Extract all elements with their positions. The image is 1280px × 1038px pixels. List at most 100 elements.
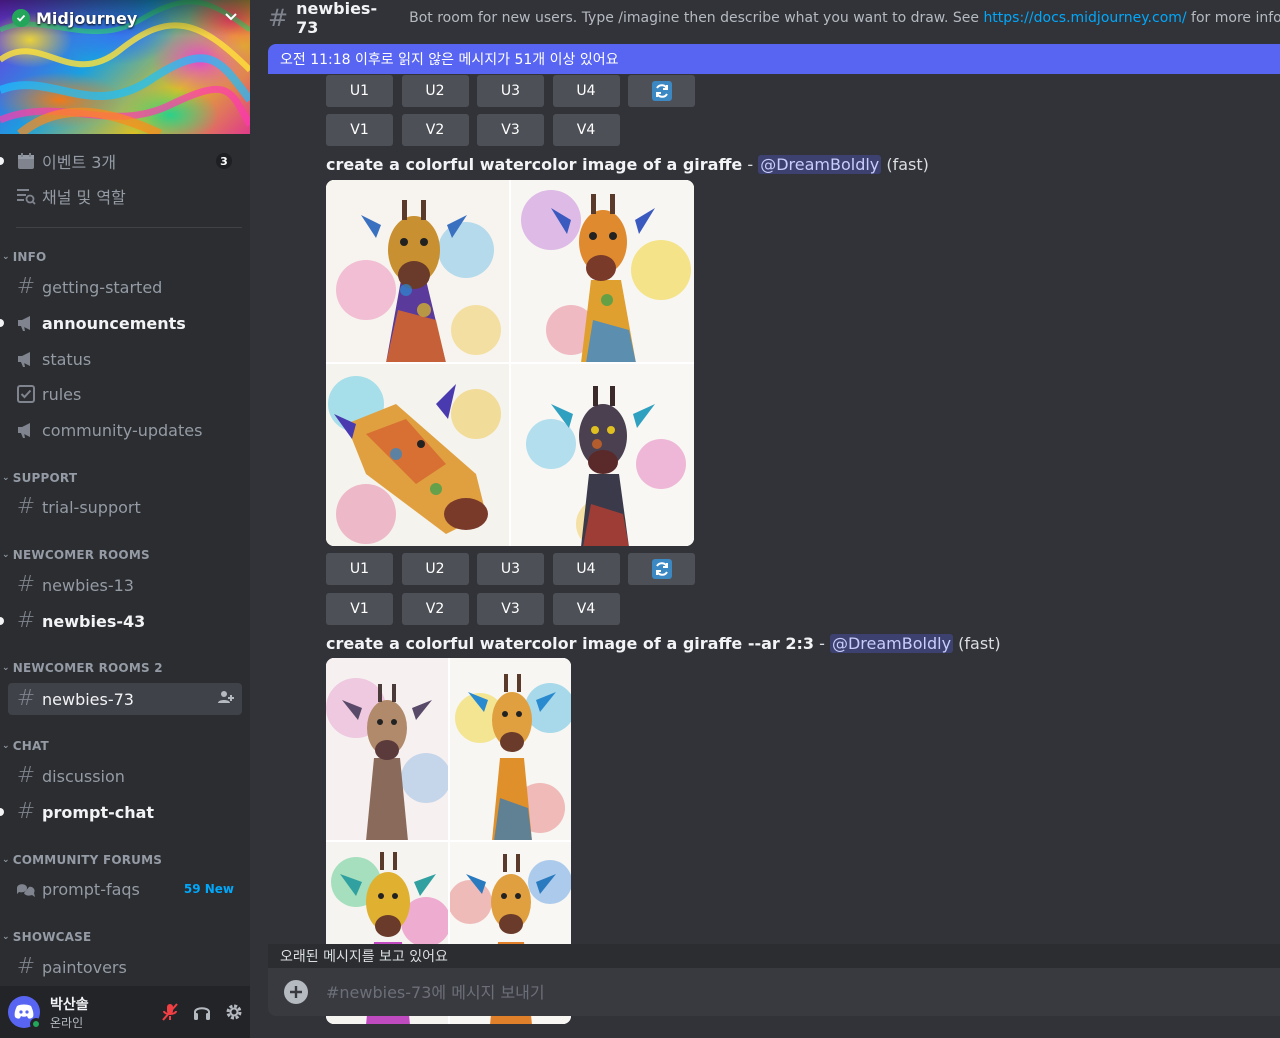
- sidebar-item-announcements[interactable]: announcements: [0, 307, 242, 339]
- reroll-button[interactable]: [628, 75, 695, 107]
- u2-button[interactable]: U2: [401, 75, 469, 107]
- sidebar-item-newbies-43[interactable]: # newbies-43: [0, 605, 242, 637]
- image-tile[interactable]: [511, 364, 694, 546]
- sidebar-item-prompt-chat[interactable]: # prompt-chat: [0, 796, 242, 828]
- user-status: 온라인: [50, 1015, 84, 1030]
- user-mention[interactable]: @DreamBoldly: [758, 155, 882, 174]
- image-tile[interactable]: [511, 180, 694, 362]
- add-attachment-button[interactable]: [284, 980, 308, 1004]
- u1-button[interactable]: U1: [326, 75, 393, 107]
- image-tile[interactable]: [326, 180, 509, 362]
- variation-button-row: V1 V2 V3 V4: [326, 593, 628, 625]
- sidebar-item-channels-roles[interactable]: 채널 및 역할: [8, 180, 242, 212]
- docs-link[interactable]: https://docs.midjourney.com/: [983, 10, 1186, 26]
- sidebar-item-events[interactable]: 이벤트 3개 3: [0, 145, 242, 177]
- u4-button[interactable]: U4: [552, 75, 620, 107]
- online-status-dot: [30, 1018, 42, 1030]
- chevron-down-icon: ⌄: [2, 473, 10, 483]
- unread-messages-banner[interactable]: 오전 11:18 이후로 읽지 않은 메시지가 51개 이상 있어요: [268, 44, 1280, 74]
- avatar[interactable]: [8, 996, 42, 1030]
- user-mention[interactable]: @DreamBoldly: [829, 634, 954, 653]
- generated-image-grid[interactable]: [326, 180, 694, 546]
- channel-topic: Bot room for new users. Type /imagine th…: [409, 10, 1280, 26]
- sidebar-item-community-updates[interactable]: community-updates: [8, 414, 242, 446]
- sidebar-item-rules[interactable]: rules: [8, 378, 242, 410]
- image-tile[interactable]: [326, 658, 448, 840]
- text-channel-icon: #: [16, 763, 36, 788]
- gear-icon: [226, 1004, 242, 1020]
- v3-button[interactable]: V3: [477, 593, 544, 625]
- chevron-down-icon: ⌄: [2, 252, 10, 262]
- server-header[interactable]: Midjourney: [0, 0, 250, 36]
- u3-button[interactable]: U3: [477, 75, 544, 107]
- prompt-text: create a colorful watercolor image of a …: [326, 634, 815, 653]
- plus-icon: [290, 986, 302, 998]
- megaphone-icon: [16, 349, 36, 369]
- sidebar-item-paintovers[interactable]: # paintovers: [8, 951, 242, 983]
- sidebar-item-label: prompt-chat: [42, 802, 155, 822]
- u2-button[interactable]: U2: [401, 553, 469, 585]
- unread-indicator: [0, 319, 4, 327]
- category-label: NEWCOMER ROOMS 2: [12, 661, 163, 675]
- new-posts-badge: 59 New: [183, 882, 234, 896]
- category-newcomer-rooms-2[interactable]: ⌄ NEWCOMER ROOMS 2: [2, 661, 163, 675]
- mute-microphone-button[interactable]: [154, 996, 186, 1028]
- chevron-down-icon: ⌄: [2, 663, 10, 673]
- category-newcomer-rooms[interactable]: ⌄ NEWCOMER ROOMS: [2, 548, 150, 562]
- v2-button[interactable]: V2: [401, 593, 469, 625]
- message-input[interactable]: [326, 982, 1126, 1002]
- sidebar-item-getting-started[interactable]: # getting-started: [8, 271, 242, 303]
- category-label: CHAT: [12, 739, 49, 753]
- speed-label: (fast): [953, 634, 1001, 653]
- separator: -: [814, 634, 830, 653]
- chevron-down-icon: ⌄: [2, 550, 10, 560]
- image-tile[interactable]: [326, 364, 509, 546]
- sidebar-item-trial-support[interactable]: # trial-support: [8, 491, 242, 523]
- sidebar-item-discussion[interactable]: # discussion: [8, 760, 242, 792]
- u3-button[interactable]: U3: [477, 553, 544, 585]
- user-panel: 박산솔 온라인: [0, 986, 250, 1038]
- v4-button[interactable]: V4: [552, 114, 620, 146]
- v4-button[interactable]: V4: [552, 593, 620, 625]
- sidebar-item-label: community-updates: [42, 420, 203, 440]
- u4-button[interactable]: U4: [552, 553, 620, 585]
- category-support[interactable]: ⌄ SUPPORT: [2, 471, 77, 485]
- sidebar-item-prompt-faqs[interactable]: prompt-faqs 59 New: [8, 873, 242, 905]
- sidebar-item-label: paintovers: [42, 957, 127, 977]
- text-channel-icon: #: [16, 494, 36, 519]
- reroll-button[interactable]: [628, 553, 695, 585]
- sidebar-item-label: 이벤트 3개: [42, 153, 117, 172]
- category-label: SUPPORT: [12, 471, 78, 485]
- sidebar-item-status[interactable]: status: [8, 343, 242, 375]
- category-community-forums[interactable]: ⌄ COMMUNITY FORUMS: [2, 853, 162, 867]
- v2-button[interactable]: V2: [401, 114, 469, 146]
- variation-button-row: V1 V2 V3 V4: [326, 114, 628, 146]
- channel-header: # newbies-73 Bot room for new users. Typ…: [250, 0, 1280, 37]
- message-composer: [268, 968, 1280, 1016]
- chevron-down-icon: ⌄: [2, 741, 10, 751]
- thread-channel-icon: #: [16, 686, 36, 711]
- chevron-down-icon: ⌄: [2, 855, 10, 865]
- sidebar-item-label: newbies-13: [42, 575, 134, 595]
- v1-button[interactable]: V1: [326, 114, 393, 146]
- sidebar-item-label: newbies-73: [42, 689, 134, 709]
- sidebar-item-label: status: [42, 349, 92, 369]
- sidebar-item-newbies-73[interactable]: # newbies-73: [8, 683, 242, 715]
- v1-button[interactable]: V1: [326, 593, 393, 625]
- category-chat[interactable]: ⌄ CHAT: [2, 739, 49, 753]
- sidebar-item-newbies-13[interactable]: # newbies-13: [8, 569, 242, 601]
- v3-button[interactable]: V3: [477, 114, 544, 146]
- headphones-button[interactable]: [186, 996, 218, 1028]
- u1-button[interactable]: U1: [326, 553, 393, 585]
- settings-button[interactable]: [218, 996, 250, 1028]
- category-label: SHOWCASE: [12, 930, 92, 944]
- add-member-icon[interactable]: [218, 689, 234, 709]
- image-tile[interactable]: [449, 658, 571, 840]
- forum-icon: [16, 879, 36, 899]
- category-label: NEWCOMER ROOMS: [12, 548, 150, 562]
- chevron-down-icon[interactable]: [224, 10, 238, 26]
- category-showcase[interactable]: ⌄ SHOWCASE: [2, 930, 91, 944]
- viewing-old-messages-bar[interactable]: 오래된 메시지를 보고 있어요: [268, 944, 1280, 968]
- category-info[interactable]: ⌄ INFO: [2, 250, 46, 264]
- sidebar-divider: [16, 227, 242, 228]
